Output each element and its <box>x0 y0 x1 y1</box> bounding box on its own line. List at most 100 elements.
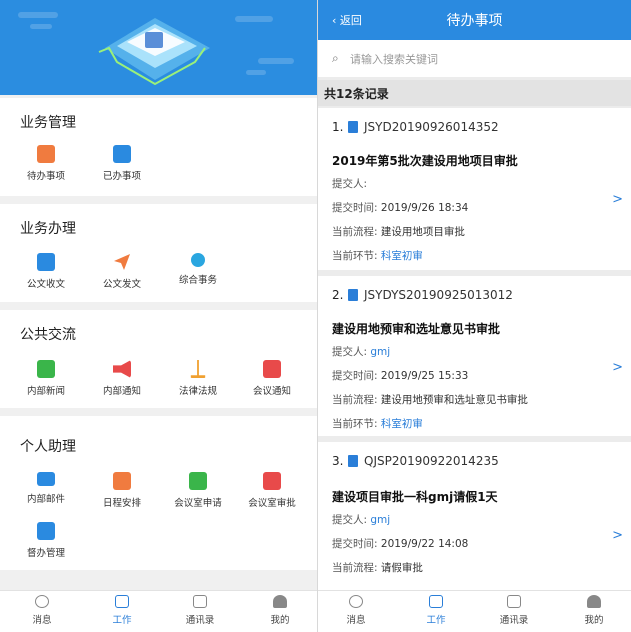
item-label: 会议通知 <box>252 386 291 397</box>
submitter-row: 提交人: gmj <box>332 512 390 527</box>
search-bar: ⌕ 请输入搜索关键词 <box>318 40 631 77</box>
tab-mine[interactable]: 我的 <box>564 595 624 626</box>
section-title: 公共交流 <box>20 327 76 343</box>
news-icon <box>37 360 55 378</box>
section-business-management: 业务管理 待办事项 已办事项 <box>0 98 317 196</box>
list-item[interactable]: 1. JSYD20190926014352 2019年第5批次建设用地项目审批 … <box>318 108 631 270</box>
field-label: 提交时间: <box>332 202 378 214</box>
list-item[interactable]: 3. QJSP20190922014235 建设项目审批一科gmj请假1天 提交… <box>318 442 631 590</box>
work-icon <box>115 595 129 608</box>
submitter-row: 提交人: gmj <box>332 344 390 359</box>
tab-contacts[interactable]: 通讯录 <box>170 595 230 626</box>
tab-messages[interactable]: 消息 <box>12 595 72 626</box>
item-label: 公文发文 <box>102 279 141 290</box>
item-internal-news[interactable]: 内部新闻 <box>14 360 78 397</box>
tab-label: 我的 <box>270 615 290 626</box>
record-code: QJSP20190922014235 <box>364 454 499 468</box>
item-incoming-doc[interactable]: 公文收文 <box>14 253 78 290</box>
document-icon <box>348 121 358 133</box>
tab-work[interactable]: 工作 <box>406 595 466 626</box>
item-done[interactable]: 已办事项 <box>90 145 154 182</box>
header-banner <box>0 0 317 95</box>
record-count: 共12条记录 <box>318 80 631 106</box>
bottom-tab-bar: 消息 工作 通讯录 我的 <box>318 590 631 632</box>
time-row: 提交时间: 2019/9/26 18:34 <box>332 200 468 215</box>
submitter-value: gmj <box>370 346 391 358</box>
flow-row: 当前流程: 建设用地项目审批 <box>332 224 465 239</box>
tab-mine[interactable]: 我的 <box>250 595 310 626</box>
field-label: 当前流程: <box>332 394 378 406</box>
flow-row: 当前流程: 建设用地预审和选址意见书审批 <box>332 392 528 407</box>
flow-value: 建设用地项目审批 <box>380 226 465 238</box>
section-title: 业务办理 <box>20 221 76 237</box>
person-icon <box>587 595 601 608</box>
send-icon <box>113 253 131 271</box>
pending-list-panel: ‹ 返回 待办事项 ⌕ 请输入搜索关键词 共12条记录 1. JSYD20190… <box>318 0 631 632</box>
item-outgoing-doc[interactable]: 公文发文 <box>90 253 154 290</box>
tab-label: 工作 <box>112 615 132 626</box>
item-meeting-notice[interactable]: 会议通知 <box>240 360 304 397</box>
meeting-icon <box>263 360 281 378</box>
section-public-exchange: 公共交流 内部新闻 内部通知 法律法规 会议通知 <box>0 310 317 408</box>
item-internal-notice[interactable]: 内部通知 <box>90 360 154 397</box>
person-icon <box>273 595 287 608</box>
item-label: 已办事项 <box>102 171 141 182</box>
section-personal-assistant: 个人助理 内部邮件 日程安排 会议室申请 会议室审批 督办管理 <box>0 416 317 570</box>
submitter-row: 提交人: <box>332 176 367 191</box>
tab-label: 消息 <box>32 615 52 626</box>
item-supervise[interactable]: 督办管理 <box>14 522 78 559</box>
tab-work[interactable]: 工作 <box>92 595 152 626</box>
bottom-tab-bar: 消息 工作 通讯录 我的 <box>0 590 317 632</box>
time-value: 2019/9/25 15:33 <box>380 370 469 382</box>
bulb-icon <box>191 253 205 267</box>
item-label: 内部邮件 <box>26 494 65 505</box>
time-value: 2019/9/26 18:34 <box>380 202 469 214</box>
item-label: 法律法规 <box>178 386 217 397</box>
folder-icon <box>37 253 55 271</box>
room-apply-icon <box>189 472 207 490</box>
section-title: 业务管理 <box>20 115 76 131</box>
record-code: JSYDYS20190925013012 <box>364 288 513 302</box>
step-value: 科室初审 <box>380 250 423 262</box>
item-room-apply[interactable]: 会议室申请 <box>166 472 230 509</box>
item-label: 会议室审批 <box>248 498 296 509</box>
item-room-approve[interactable]: 会议室审批 <box>240 472 304 509</box>
item-label: 日程安排 <box>102 498 141 509</box>
chat-icon <box>349 595 363 608</box>
field-label: 当前流程: <box>332 562 378 574</box>
item-laws[interactable]: 法律法规 <box>166 360 230 397</box>
record-number: 3. <box>332 454 344 468</box>
item-general-affairs[interactable]: 综合事务 <box>166 253 230 286</box>
tab-label: 我的 <box>584 615 604 626</box>
item-label: 内部通知 <box>102 386 141 397</box>
flow-value: 建设用地预审和选址意见书审批 <box>380 394 528 406</box>
field-label: 提交人: <box>332 346 368 358</box>
record-title: 建设项目审批一科gmj请假1天 <box>332 490 498 504</box>
tab-label: 通讯录 <box>499 615 529 626</box>
item-label: 待办事项 <box>26 171 65 182</box>
tab-label: 通讯录 <box>185 615 215 626</box>
work-icon <box>429 595 443 608</box>
field-label: 当前流程: <box>332 226 378 238</box>
section-business-handling: 业务办理 公文收文 公文发文 综合事务 <box>0 204 317 302</box>
item-schedule[interactable]: 日程安排 <box>90 472 154 509</box>
supervise-icon <box>37 522 55 540</box>
flow-row: 当前流程: 请假审批 <box>332 560 423 575</box>
step-row: 当前环节: 科室初审 <box>332 416 423 431</box>
tab-messages[interactable]: 消息 <box>326 595 386 626</box>
item-label: 督办管理 <box>26 548 65 559</box>
record-title: 建设用地预审和选址意见书审批 <box>332 322 501 336</box>
record-number: 2. <box>332 288 344 302</box>
item-internal-mail[interactable]: 内部邮件 <box>14 472 78 505</box>
record-code: JSYD20190926014352 <box>364 120 499 134</box>
submitter-value: gmj <box>370 514 391 526</box>
time-row: 提交时间: 2019/9/22 14:08 <box>332 536 468 551</box>
item-pending[interactable]: 待办事项 <box>14 145 78 182</box>
work-panel: 业务管理 待办事项 已办事项 业务办理 公文收文 公文发文 综合事务 公共交流 … <box>0 0 317 632</box>
time-value: 2019/9/22 14:08 <box>380 538 469 550</box>
tab-label: 工作 <box>426 615 446 626</box>
tab-contacts[interactable]: 通讯录 <box>484 595 544 626</box>
nav-bar: ‹ 返回 待办事项 <box>318 0 631 40</box>
pending-doc-icon <box>37 145 55 163</box>
list-item[interactable]: 2. JSYDYS20190925013012 建设用地预审和选址意见书审批 提… <box>318 276 631 436</box>
